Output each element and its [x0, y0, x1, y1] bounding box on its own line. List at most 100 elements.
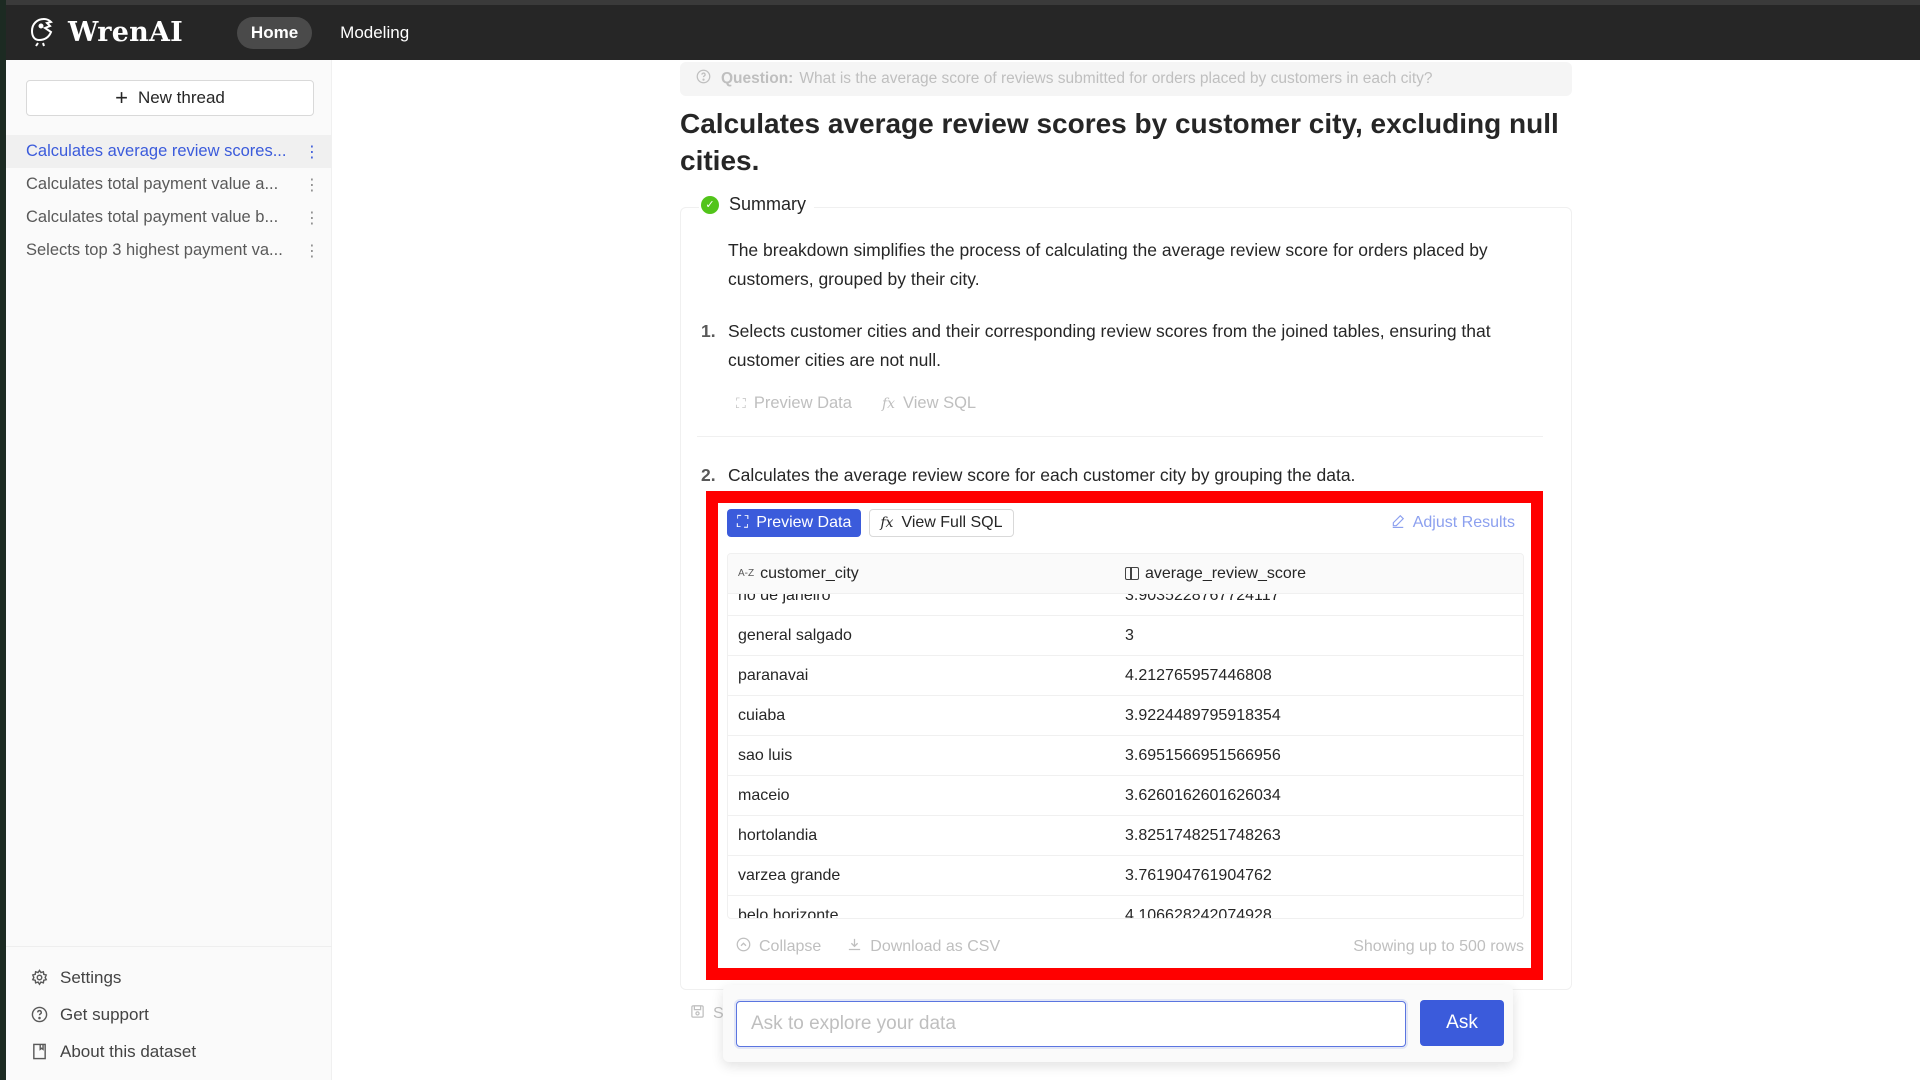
summary-label: Summary — [729, 194, 807, 214]
cell-average-review-score: 4.212765957446808 — [1125, 666, 1272, 684]
thread-item[interactable]: Selects top 3 highest payment va... ⋮ — [6, 234, 332, 267]
save-view-button[interactable]: S — [690, 1004, 724, 1024]
summary-legend: ✓ Summary — [699, 194, 815, 215]
question-circle-icon — [696, 69, 711, 89]
step-1-actions: ⛶ Preview Data fx View SQL — [736, 394, 976, 413]
cell-customer-city: belo horizonte — [738, 906, 839, 919]
cell-customer-city: hortolandia — [738, 826, 818, 844]
cell-average-review-score: 3.6260162601626034 — [1125, 786, 1281, 804]
chevron-up-circle-icon — [736, 937, 751, 957]
download-csv-button[interactable]: Download as CSV — [847, 937, 1000, 957]
divider — [697, 436, 1543, 437]
about-dataset-link[interactable]: About this dataset — [6, 1033, 332, 1070]
column-name: customer_city — [760, 564, 859, 582]
table-row: rio de janeiro 3.9035228767724117 — [728, 594, 1523, 616]
table-row: sao luis 3.6951566951566956 — [728, 736, 1523, 776]
step-text: Calculates the average review score for … — [728, 465, 1356, 485]
ask-button[interactable]: Ask — [1420, 1000, 1504, 1046]
book-icon — [28, 1043, 50, 1060]
cell-customer-city: general salgado — [738, 626, 852, 644]
sidebar: + New thread Calculates average review s… — [6, 60, 332, 1080]
question-circle-icon — [28, 1006, 50, 1023]
binoculars-icon: ⛶ — [737, 514, 749, 531]
step-1: 1. Selects customer cities and their cor… — [701, 317, 1521, 375]
column-header-customer-city[interactable]: A-Z customer_city — [728, 565, 1125, 583]
summary-text: The breakdown simplifies the process of … — [728, 240, 1488, 289]
plus-icon: + — [115, 85, 128, 110]
get-support-link[interactable]: Get support — [6, 996, 332, 1033]
column-name: average_review_score — [1145, 564, 1306, 582]
thread-item[interactable]: Calculates total payment value b... ⋮ — [6, 201, 332, 234]
more-vertical-icon[interactable]: ⋮ — [304, 142, 320, 162]
thread-list: Calculates average review scores... ⋮ Ca… — [6, 135, 332, 267]
question-label: Question: — [721, 70, 794, 87]
column-icon — [1125, 567, 1139, 580]
preview-footer: Collapse Download as CSV Showing up to 5… — [736, 937, 1524, 957]
more-vertical-icon[interactable]: ⋮ — [304, 175, 320, 195]
preview-table: A-Z customer_city average_review_score r… — [727, 553, 1524, 919]
settings-link[interactable]: Settings — [6, 959, 332, 996]
download-icon — [847, 937, 862, 957]
table-row: general salgado 3 — [728, 616, 1523, 656]
step-view-sql-button[interactable]: fx View SQL — [882, 394, 976, 413]
ask-panel: Ask — [723, 985, 1513, 1062]
cell-average-review-score: 3 — [1125, 626, 1134, 644]
adjust-results-label: Adjust Results — [1412, 514, 1515, 531]
text-type-icon: A-Z — [738, 568, 755, 579]
thread-item[interactable]: Calculates total payment value a... ⋮ — [6, 168, 332, 201]
cell-customer-city: varzea grande — [738, 866, 841, 884]
top-navbar: WrenAI Home Modeling — [6, 0, 1920, 60]
pencil-icon — [1391, 514, 1405, 533]
preview-data-label: Preview Data — [756, 514, 852, 531]
wren-bird-icon — [26, 13, 60, 52]
logo[interactable]: WrenAI — [26, 13, 183, 52]
get-support-label: Get support — [60, 1004, 149, 1024]
adjust-results-button[interactable]: Adjust Results — [1391, 514, 1515, 533]
table-row: hortolandia 3.8251748251748263 — [728, 816, 1523, 856]
step-2: 2. Calculates the average review score f… — [701, 461, 1521, 490]
nav-modeling[interactable]: Modeling — [326, 17, 423, 49]
cell-average-review-score: 3.9035228767724117 — [1125, 594, 1280, 604]
view-full-sql-button[interactable]: fx View Full SQL — [869, 509, 1014, 537]
new-thread-button[interactable]: + New thread — [26, 80, 314, 116]
preview-data-button[interactable]: ⛶ Preview Data — [727, 509, 862, 537]
binoculars-icon: ⛶ — [736, 395, 746, 412]
ask-input[interactable] — [736, 1001, 1406, 1047]
column-header-average-review-score[interactable]: average_review_score — [1125, 565, 1523, 583]
sidebar-footer: Settings Get support About this dataset — [6, 946, 332, 1070]
cell-average-review-score: 3.9224489795918354 — [1125, 706, 1281, 724]
download-csv-label: Download as CSV — [870, 938, 1001, 955]
cell-average-review-score: 3.761904761904762 — [1125, 866, 1272, 884]
thread-item[interactable]: Calculates average review scores... ⋮ — [6, 135, 332, 168]
function-icon: fx — [880, 515, 894, 531]
table-row: belo horizonte 4.106628242074928 — [728, 896, 1523, 919]
table-body[interactable]: rio de janeiro 3.9035228767724117 general … — [728, 594, 1523, 919]
table-header: A-Z customer_city average_review_score — [728, 554, 1523, 594]
table-row: varzea grande 3.761904761904762 — [728, 856, 1523, 896]
question-bar: Question: What is the average score of r… — [680, 62, 1572, 96]
collapse-button[interactable]: Collapse — [736, 937, 821, 957]
rows-limit-note: Showing up to 500 rows — [1353, 938, 1524, 955]
cell-customer-city: sao luis — [738, 746, 793, 764]
settings-label: Settings — [60, 967, 122, 987]
more-vertical-icon[interactable]: ⋮ — [304, 241, 320, 261]
cell-customer-city: maceio — [738, 786, 790, 804]
cell-average-review-score: 3.6951566951566956 — [1125, 746, 1281, 764]
page-title: Calculates average review scores by cust… — [680, 108, 1559, 176]
function-icon: fx — [881, 395, 896, 412]
cell-customer-city: paranavai — [738, 666, 809, 684]
step-text: Selects customer cities and their corres… — [728, 321, 1491, 370]
step-number: 1. — [701, 321, 716, 341]
collapse-label: Collapse — [759, 938, 822, 955]
more-vertical-icon[interactable]: ⋮ — [304, 208, 320, 228]
gear-icon — [28, 969, 50, 986]
nav-home[interactable]: Home — [236, 16, 313, 49]
step-preview-data-button[interactable]: ⛶ Preview Data — [736, 394, 852, 413]
thread-label: Selects top 3 highest payment va... — [26, 241, 283, 259]
view-full-sql-label: View Full SQL — [901, 514, 1003, 531]
check-circle-icon: ✓ — [701, 195, 719, 214]
cell-customer-city: cuiaba — [738, 706, 786, 724]
table-row: paranavai 4.212765957446808 — [728, 656, 1523, 696]
app-name: WrenAI — [68, 17, 183, 48]
cell-customer-city: rio de janeiro — [738, 594, 831, 604]
